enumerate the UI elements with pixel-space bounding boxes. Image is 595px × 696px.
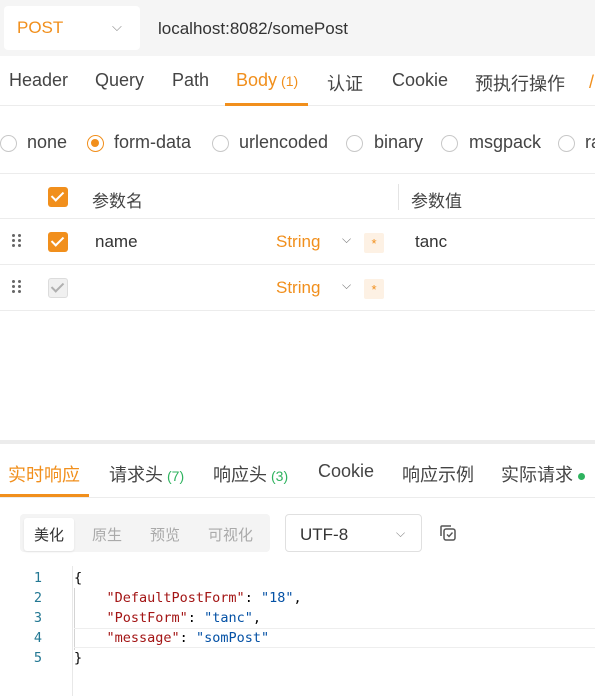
tab-response-headers-count: (3) — [271, 468, 289, 484]
radio-binary[interactable] — [346, 135, 363, 152]
copy-icon[interactable] — [438, 523, 458, 543]
code-line: } — [74, 650, 83, 666]
chevron-down-icon[interactable]: ⌵ — [342, 232, 351, 247]
param-name-input[interactable]: name — [95, 232, 138, 252]
tab-cookie[interactable]: Cookie — [392, 70, 448, 91]
code-line: { — [74, 570, 83, 586]
tab-path[interactable]: Path — [172, 70, 209, 91]
drag-handle-icon[interactable] — [12, 234, 24, 250]
tab-request-headers[interactable]: 请求头 (7) — [109, 461, 184, 487]
tab-body-label: Body — [236, 70, 278, 90]
tab-response-examples[interactable]: 响应示例 — [402, 461, 474, 487]
row-enable-checkbox[interactable] — [48, 232, 68, 252]
param-type-select[interactable]: String — [276, 278, 320, 298]
radio-label-none: none — [27, 132, 68, 152]
tab-header[interactable]: Header — [9, 70, 68, 91]
method-label: POST — [17, 18, 64, 37]
tab-pre-request[interactable]: 预执行操作 — [475, 70, 565, 96]
tab-auth[interactable]: 认证 — [327, 70, 363, 96]
tab-query[interactable]: Query — [95, 70, 144, 91]
row-enable-checkbox[interactable] — [48, 278, 68, 298]
encoding-select[interactable]: UTF-8 ⌵ — [285, 514, 422, 552]
line-number: 5 — [33, 650, 42, 666]
url-bar: POST ⌵ localhost:8082/somePost — [0, 0, 595, 56]
code-line: "PostForm": "tanc", — [106, 610, 261, 626]
line-number: 2 — [33, 590, 42, 606]
radio-form-data[interactable] — [87, 135, 104, 152]
required-toggle[interactable]: * — [364, 279, 384, 299]
json-key: "PostForm" — [106, 610, 188, 626]
tab-response-headers[interactable]: 响应头 (3) — [213, 461, 288, 487]
table-row: String ⌵ * — [0, 265, 595, 311]
json-key: "message" — [106, 630, 180, 646]
radio-label-form-data: form-data — [114, 132, 192, 152]
json-key: "DefaultPostForm" — [106, 590, 245, 606]
header-param-value: 参数值 — [411, 192, 462, 211]
line-number: 3 — [33, 610, 42, 626]
line-number: 4 — [33, 630, 42, 646]
tab-request-headers-label: 请求头 — [109, 465, 163, 485]
code-line: "DefaultPostForm": "18", — [106, 590, 302, 606]
param-type-select[interactable]: String — [276, 232, 320, 252]
request-tabs: Header Query Path Body (1) 认证 Cookie 预执行操… — [0, 56, 595, 106]
table-row: name String ⌵ * tanc — [0, 219, 595, 265]
radio-raw[interactable] — [558, 135, 575, 152]
tab-overflow-edge: / — [589, 72, 595, 92]
params-header-row: 参数名 参数值 — [0, 173, 595, 219]
view-mode-toggle: 美化 原生 预览 可视化 — [20, 514, 270, 552]
method-select[interactable]: POST ⌵ — [4, 6, 140, 50]
radio-label-raw: ra — [585, 132, 595, 152]
radio-msgpack[interactable] — [441, 135, 458, 152]
chevron-down-icon[interactable]: ⌵ — [342, 278, 351, 293]
response-code-editor[interactable]: 1 2 3 4 5 { "DefaultPostForm": "18", "Po… — [0, 566, 595, 696]
gutter-divider — [72, 566, 73, 696]
line-number: 1 — [33, 570, 42, 586]
radio-urlencoded[interactable] — [212, 135, 229, 152]
url-input[interactable]: localhost:8082/somePost — [158, 19, 348, 39]
tab-response-cookie[interactable]: Cookie — [318, 461, 374, 482]
json-sep: , — [293, 590, 302, 606]
view-mode-raw[interactable]: 原生 — [92, 524, 122, 545]
code-line: "message": "somPost" — [106, 630, 270, 646]
radio-label-msgpack: msgpack — [469, 132, 542, 152]
status-dot-icon — [578, 472, 585, 480]
radio-label-binary: binary — [374, 132, 424, 152]
tab-body[interactable]: Body (1) — [236, 70, 298, 91]
view-mode-preview[interactable]: 预览 — [150, 524, 180, 545]
response-tabs: 实时响应 请求头 (7) 响应头 (3) Cookie 响应示例 实际请求 — [0, 444, 595, 498]
view-mode-visualize[interactable]: 可视化 — [208, 524, 253, 545]
json-value: "somPost" — [195, 630, 270, 646]
json-sep: , — [252, 610, 261, 626]
tab-request-headers-count: (7) — [167, 468, 185, 484]
required-toggle[interactable]: * — [364, 233, 384, 253]
tab-live-response[interactable]: 实时响应 — [8, 461, 80, 487]
tab-actual-request-label: 实际请求 — [501, 465, 573, 485]
json-value: "18" — [260, 590, 294, 606]
tab-response-headers-label: 响应头 — [213, 465, 267, 485]
body-type-radios: none form-data urlencoded binary msgpack… — [0, 106, 595, 176]
column-divider — [398, 184, 399, 210]
param-value-input[interactable]: tanc — [415, 232, 447, 252]
radio-none[interactable] — [0, 135, 17, 152]
drag-handle-icon[interactable] — [12, 280, 24, 296]
encoding-label: UTF-8 — [300, 525, 349, 544]
header-param-name: 参数名 — [92, 192, 143, 211]
tab-actual-request[interactable]: 实际请求 — [501, 461, 585, 487]
chevron-down-icon: ⌵ — [112, 19, 122, 34]
json-value: "tanc" — [204, 610, 253, 626]
view-mode-pretty[interactable]: 美化 — [24, 518, 75, 551]
chevron-down-icon: ⌵ — [396, 526, 406, 540]
radio-label-urlencoded: urlencoded — [239, 132, 329, 152]
select-all-checkbox[interactable] — [48, 187, 68, 207]
tab-body-count: (1) — [281, 73, 299, 89]
active-tab-underline — [0, 494, 89, 497]
